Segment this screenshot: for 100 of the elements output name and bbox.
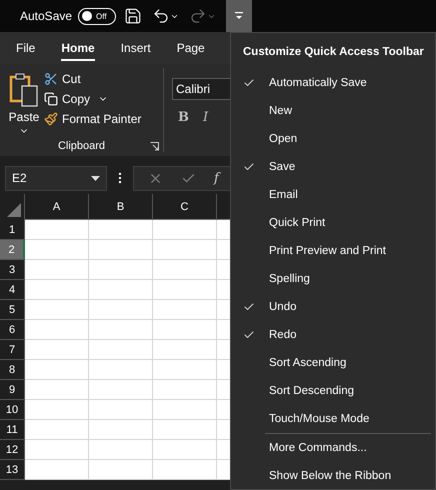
grid-cell[interactable] bbox=[89, 340, 153, 360]
menu-item[interactable]: Undo bbox=[231, 293, 435, 321]
bold-button[interactable]: B bbox=[178, 110, 189, 125]
grid-cell[interactable] bbox=[25, 220, 89, 240]
menu-item[interactable]: Email bbox=[231, 181, 435, 209]
row-header[interactable]: 13 bbox=[0, 460, 25, 480]
column-header[interactable]: C bbox=[153, 194, 217, 220]
row-header[interactable]: 8 bbox=[0, 360, 25, 380]
grid-cell[interactable] bbox=[25, 320, 89, 340]
row-header[interactable]: 12 bbox=[0, 440, 25, 460]
grid-cell[interactable] bbox=[25, 360, 89, 380]
grid-cell[interactable] bbox=[153, 260, 217, 280]
customize-toolbar-button[interactable] bbox=[226, 0, 252, 32]
row-header[interactable]: 9 bbox=[0, 380, 25, 400]
menu-item[interactable]: Print Preview and Print bbox=[231, 237, 435, 265]
grid-cell[interactable] bbox=[153, 420, 217, 440]
grid-cell[interactable] bbox=[89, 260, 153, 280]
menu-item[interactable]: Quick Print bbox=[231, 209, 435, 237]
grid-cell[interactable] bbox=[89, 320, 153, 340]
ribbon-tab[interactable]: Page bbox=[176, 35, 205, 61]
row-header[interactable]: 6 bbox=[0, 320, 25, 340]
menu-item[interactable]: Sort Ascending bbox=[231, 349, 435, 377]
redo-icon bbox=[189, 7, 208, 25]
grid-cell[interactable] bbox=[153, 360, 217, 380]
grid-cell[interactable] bbox=[89, 440, 153, 460]
grid-cell[interactable] bbox=[89, 460, 153, 480]
menu-item[interactable]: Redo bbox=[231, 321, 435, 349]
group-label: Clipboard bbox=[58, 140, 106, 152]
grid-cell[interactable] bbox=[153, 320, 217, 340]
grid-cell[interactable] bbox=[25, 460, 89, 480]
check-icon bbox=[243, 301, 255, 313]
insert-function-button[interactable]: f bbox=[214, 170, 219, 186]
grid-cell[interactable] bbox=[25, 420, 89, 440]
paste-button[interactable]: Paste bbox=[0, 68, 44, 136]
ribbon-tab[interactable]: Insert bbox=[120, 35, 151, 61]
menu-item[interactable]: New bbox=[231, 97, 435, 125]
copy-icon bbox=[44, 92, 58, 106]
grid-cell[interactable] bbox=[153, 220, 217, 240]
grid-cell[interactable] bbox=[153, 340, 217, 360]
paintbrush-icon bbox=[44, 112, 58, 126]
grid-cell[interactable] bbox=[89, 300, 153, 320]
menu-title: Customize Quick Access Toolbar bbox=[242, 45, 425, 60]
row-header[interactable]: 1 bbox=[0, 220, 25, 240]
menu-item[interactable]: Sort Descending bbox=[231, 377, 435, 405]
cut-button[interactable]: Cut bbox=[44, 70, 163, 88]
ribbon-tab[interactable]: Home bbox=[61, 35, 95, 61]
menu-item[interactable]: Spelling bbox=[231, 265, 435, 293]
row-header[interactable]: 3 bbox=[0, 260, 25, 280]
scissors-icon bbox=[44, 72, 58, 86]
menu-item[interactable]: Show Below the Ribbon bbox=[231, 462, 435, 490]
dialog-launcher-icon[interactable] bbox=[150, 142, 159, 151]
autosave-toggle[interactable]: Off bbox=[78, 8, 116, 24]
grid-cell[interactable] bbox=[25, 380, 89, 400]
grid-cell[interactable] bbox=[89, 240, 153, 260]
grid-cell[interactable] bbox=[153, 440, 217, 460]
grid-cell[interactable] bbox=[25, 340, 89, 360]
grid-cell[interactable] bbox=[153, 380, 217, 400]
row-header[interactable]: 4 bbox=[0, 280, 25, 300]
grid-cell[interactable] bbox=[89, 420, 153, 440]
row-header[interactable]: 7 bbox=[0, 340, 25, 360]
grid-cell[interactable] bbox=[153, 240, 217, 260]
dropdown-arrow-icon bbox=[234, 11, 244, 21]
grid-cell[interactable] bbox=[89, 220, 153, 240]
check-icon bbox=[243, 161, 255, 173]
menu-item[interactable]: More Commands... bbox=[231, 434, 435, 462]
row-header[interactable]: 5 bbox=[0, 300, 25, 320]
row-header[interactable]: 2 bbox=[0, 240, 25, 260]
menu-item[interactable]: Save bbox=[231, 153, 435, 181]
grid-cell[interactable] bbox=[25, 400, 89, 420]
copy-button[interactable]: Copy bbox=[44, 90, 163, 108]
check-icon bbox=[243, 329, 255, 341]
clipboard-icon bbox=[9, 72, 39, 108]
column-header[interactable]: B bbox=[89, 194, 153, 220]
grid-cell[interactable] bbox=[25, 300, 89, 320]
font-name-field[interactable]: Calibri bbox=[172, 78, 230, 100]
select-all-icon[interactable] bbox=[7, 203, 21, 217]
grid-cell[interactable] bbox=[25, 240, 89, 260]
format-painter-button[interactable]: Format Painter bbox=[44, 110, 163, 128]
grid-cell[interactable] bbox=[153, 460, 217, 480]
grid-cell[interactable] bbox=[153, 280, 217, 300]
grid-cell[interactable] bbox=[25, 440, 89, 460]
menu-item[interactable]: Open bbox=[231, 125, 435, 153]
grid-cell[interactable] bbox=[89, 380, 153, 400]
dropdown-arrow-icon bbox=[91, 176, 100, 180]
grid-cell[interactable] bbox=[25, 260, 89, 280]
row-header[interactable]: 11 bbox=[0, 420, 25, 440]
save-icon bbox=[124, 7, 142, 25]
grid-cell[interactable] bbox=[25, 280, 89, 300]
column-header[interactable]: A bbox=[25, 194, 89, 220]
row-header[interactable]: 10 bbox=[0, 400, 25, 420]
italic-button[interactable]: I bbox=[203, 110, 208, 125]
grid-cell[interactable] bbox=[89, 360, 153, 380]
name-box[interactable]: E2 bbox=[5, 166, 107, 190]
menu-item[interactable]: Touch/Mouse Mode bbox=[231, 405, 435, 433]
grid-cell[interactable] bbox=[89, 400, 153, 420]
grid-cell[interactable] bbox=[89, 280, 153, 300]
ribbon-tab[interactable]: File bbox=[16, 35, 36, 61]
grid-cell[interactable] bbox=[153, 400, 217, 420]
menu-item[interactable]: Automatically Save bbox=[231, 69, 435, 97]
grid-cell[interactable] bbox=[153, 300, 217, 320]
